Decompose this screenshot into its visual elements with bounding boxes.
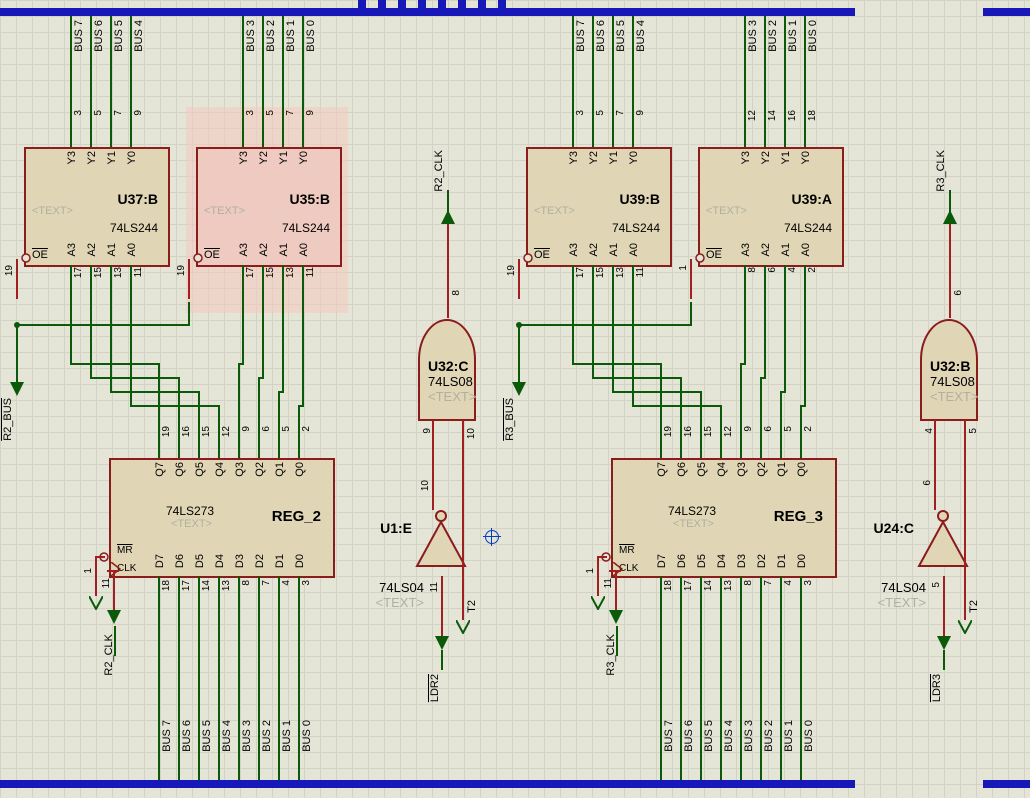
chip-part: 74LS244 [110,221,158,235]
inv-u24c[interactable] [915,510,971,581]
placeholder: <TEXT> [878,595,926,610]
gate-part: 74LS08 [930,374,975,389]
placeholder: <TEXT> [428,389,476,404]
inv-part: 74LS04 [881,580,926,595]
placeholder: <TEXT> [171,518,212,530]
placeholder: <TEXT> [673,518,714,530]
inv-name: U1:E [380,520,412,536]
placeholder: <TEXT> [706,205,747,217]
chip-name: REG_2 [272,508,321,525]
gate-name: U32:C [428,358,468,374]
placeholder: <TEXT> [534,205,575,217]
chip-part: 74LS244 [784,221,832,235]
chip-name: U39:B [620,191,660,207]
bus-bot [983,780,1030,788]
gate-name: U32:B [930,358,970,374]
placeholder: <TEXT> [376,595,424,610]
chip-part: 74LS244 [282,221,330,235]
origin-marker [485,530,499,544]
chip-name: U35:B [290,191,330,207]
chip-name: U39:A [792,191,832,207]
chip-part: 74LS273 [166,504,214,518]
placeholder: <TEXT> [32,205,73,217]
gate-part: 74LS08 [428,374,473,389]
bus-top [0,8,855,16]
inv-name: U24:C [874,520,914,536]
placeholder: <TEXT> [930,389,978,404]
inv-part: 74LS04 [379,580,424,595]
chip-part: 74LS244 [612,221,660,235]
chip-name: REG_3 [774,508,823,525]
chip-name: U37:B [118,191,158,207]
bus-bot [0,780,855,788]
bus-top [983,8,1030,16]
chip-part: 74LS273 [668,504,716,518]
placeholder: <TEXT> [204,205,245,217]
inv-u1e[interactable] [413,510,469,581]
schematic-canvas[interactable]: U37:B 74LS244 <TEXT> OE U35:B 74LS244 <T… [0,0,1030,798]
